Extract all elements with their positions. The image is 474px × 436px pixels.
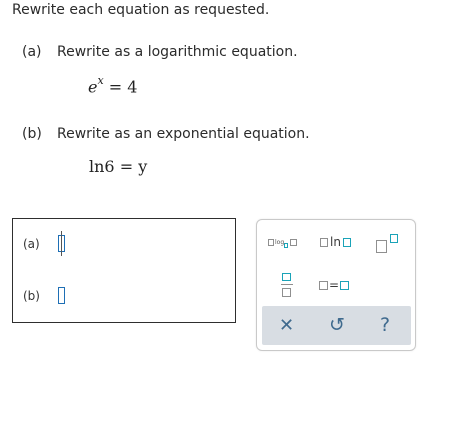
part-a-instruction: Rewrite as a logarithmic equation.	[57, 44, 298, 60]
log-text: log	[275, 238, 285, 246]
part-a-label: (a)	[22, 44, 42, 60]
ln-button[interactable]: ln	[320, 235, 351, 249]
undo-icon[interactable]: ↺	[329, 314, 345, 336]
help-icon[interactable]: ?	[380, 314, 390, 336]
part-b-instruction: Rewrite as an exponential equation.	[57, 126, 310, 142]
ln-arg-box-icon	[342, 237, 351, 247]
equation-argument: 6	[104, 157, 115, 176]
log-base-box-icon	[284, 243, 289, 248]
question-prompt: Rewrite each equation as requested.	[12, 2, 270, 18]
left-box-icon	[319, 280, 328, 290]
equation-rhs: = 4	[108, 77, 138, 97]
log-arg-box-icon	[268, 238, 274, 246]
text-cursor	[61, 231, 62, 256]
exponent-box-icon	[390, 234, 398, 243]
log-value-box-icon	[290, 238, 298, 246]
equation-function: ln	[89, 157, 105, 176]
log-base-button[interactable]: log	[268, 236, 298, 248]
equation-rhs: = y	[119, 157, 148, 176]
clear-icon[interactable]: ✕	[279, 315, 294, 336]
ln-box-icon	[320, 237, 328, 247]
answer-a-label: (a)	[23, 237, 40, 251]
equals-button[interactable]: =	[319, 278, 350, 292]
answer-b-input[interactable]	[58, 287, 65, 304]
denominator-box-icon	[282, 288, 291, 297]
fraction-bar-icon	[281, 284, 293, 285]
equation-exponent: x	[97, 74, 104, 87]
answer-box	[12, 218, 236, 323]
part-b-label: (b)	[22, 126, 42, 142]
equals-text: =	[329, 278, 340, 292]
ln-text: ln	[330, 235, 341, 249]
numerator-box-icon	[282, 273, 291, 281]
answer-b-label: (b)	[23, 289, 40, 303]
base-box-icon	[376, 240, 387, 253]
part-a-equation: ex = 4	[88, 74, 138, 97]
right-box-icon	[340, 280, 350, 290]
fraction-button[interactable]	[281, 272, 293, 298]
exponent-button[interactable]	[376, 233, 402, 253]
part-b-equation: ln6 = y	[89, 157, 147, 176]
